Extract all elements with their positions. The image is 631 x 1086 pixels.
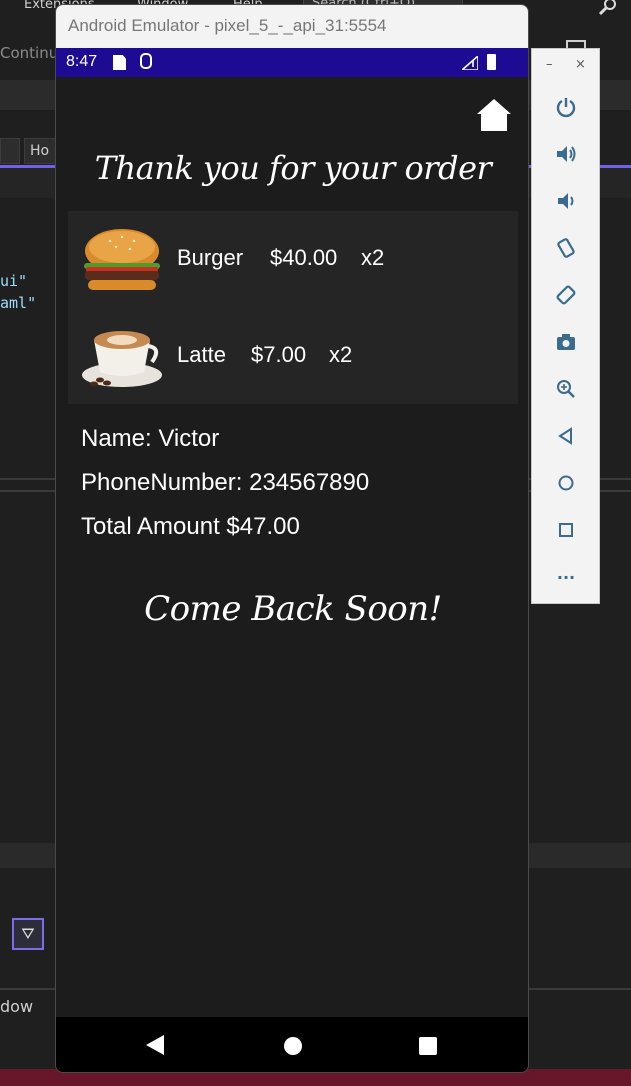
android-nav-bar — [56, 1017, 528, 1072]
rotate-right-icon[interactable] — [552, 281, 580, 309]
nav-back-icon[interactable] — [146, 1035, 164, 1055]
camera-icon[interactable] — [552, 328, 580, 356]
emulator-side-controls: – × ··· — [531, 48, 600, 604]
rotate-left-icon[interactable] — [552, 234, 580, 262]
zoom-icon[interactable] — [552, 375, 580, 403]
latte-image — [82, 331, 162, 387]
notification-icon — [140, 53, 152, 69]
burger-image — [84, 229, 160, 290]
item-name: Latte — [177, 342, 226, 367]
code-line: aml" — [0, 294, 37, 312]
android-status-bar: 8:47 — [56, 48, 528, 77]
order-confirmation-page: Thank you for your order Burger $40.00 x — [56, 77, 528, 1017]
search-icon[interactable] — [598, 0, 620, 16]
battery-icon — [487, 54, 496, 70]
order-item-burger[interactable]: Burger $40.00 x2 — [68, 211, 518, 307]
close-button[interactable]: × — [575, 57, 586, 72]
come-back-message: Come Back Soon! — [144, 589, 442, 629]
ide-tab-blank[interactable] — [0, 138, 20, 164]
ide-code-snippet: ui" aml" — [0, 270, 36, 314]
ide-window-label[interactable]: dow — [0, 997, 33, 1016]
more-icon[interactable]: ··· — [552, 563, 580, 591]
customer-name: Name: Victor — [81, 425, 220, 452]
nav-home-icon[interactable] — [284, 1037, 302, 1055]
emulator-window: Android Emulator - pixel_5_-_api_31:5554… — [55, 4, 529, 1073]
item-price: $40.00 — [270, 245, 338, 270]
page-title: Thank you for your order — [94, 149, 492, 187]
overview-icon[interactable] — [552, 516, 580, 544]
order-item-latte[interactable]: Latte $7.00 x2 — [68, 308, 518, 404]
item-price: $7.00 — [251, 342, 307, 367]
volume-up-icon[interactable] — [552, 140, 580, 168]
power-icon[interactable] — [552, 93, 580, 121]
sd-card-icon — [113, 55, 126, 70]
code-line: ui" — [0, 272, 28, 290]
item-quantity: x2 — [329, 342, 353, 367]
signal-icon — [462, 56, 478, 70]
order-total: Total Amount $47.00 — [81, 513, 300, 540]
item-name: Burger — [177, 245, 244, 270]
minimize-button[interactable]: – — [546, 57, 553, 72]
home-circle-icon[interactable] — [552, 469, 580, 497]
customer-phone: PhoneNumber: 234567890 — [81, 469, 370, 496]
ide-continue-button[interactable]: Continu — [0, 44, 58, 62]
filter-icon[interactable]: ⛛ — [12, 918, 44, 950]
nav-recents-icon[interactable] — [419, 1037, 437, 1055]
volume-down-icon[interactable] — [552, 187, 580, 215]
item-quantity: x2 — [361, 245, 385, 270]
order-item-list: Burger $40.00 x2 Latte $7.00 x2 — [68, 211, 518, 404]
home-icon[interactable] — [476, 97, 512, 133]
desktop-screen: Extensions Window Help Search (Ctrl+Q) C… — [0, 0, 631, 1086]
status-time: 8:47 — [66, 53, 98, 70]
emulator-title: Android Emulator - pixel_5_-_api_31:5554 — [56, 5, 528, 48]
back-icon[interactable] — [552, 422, 580, 450]
